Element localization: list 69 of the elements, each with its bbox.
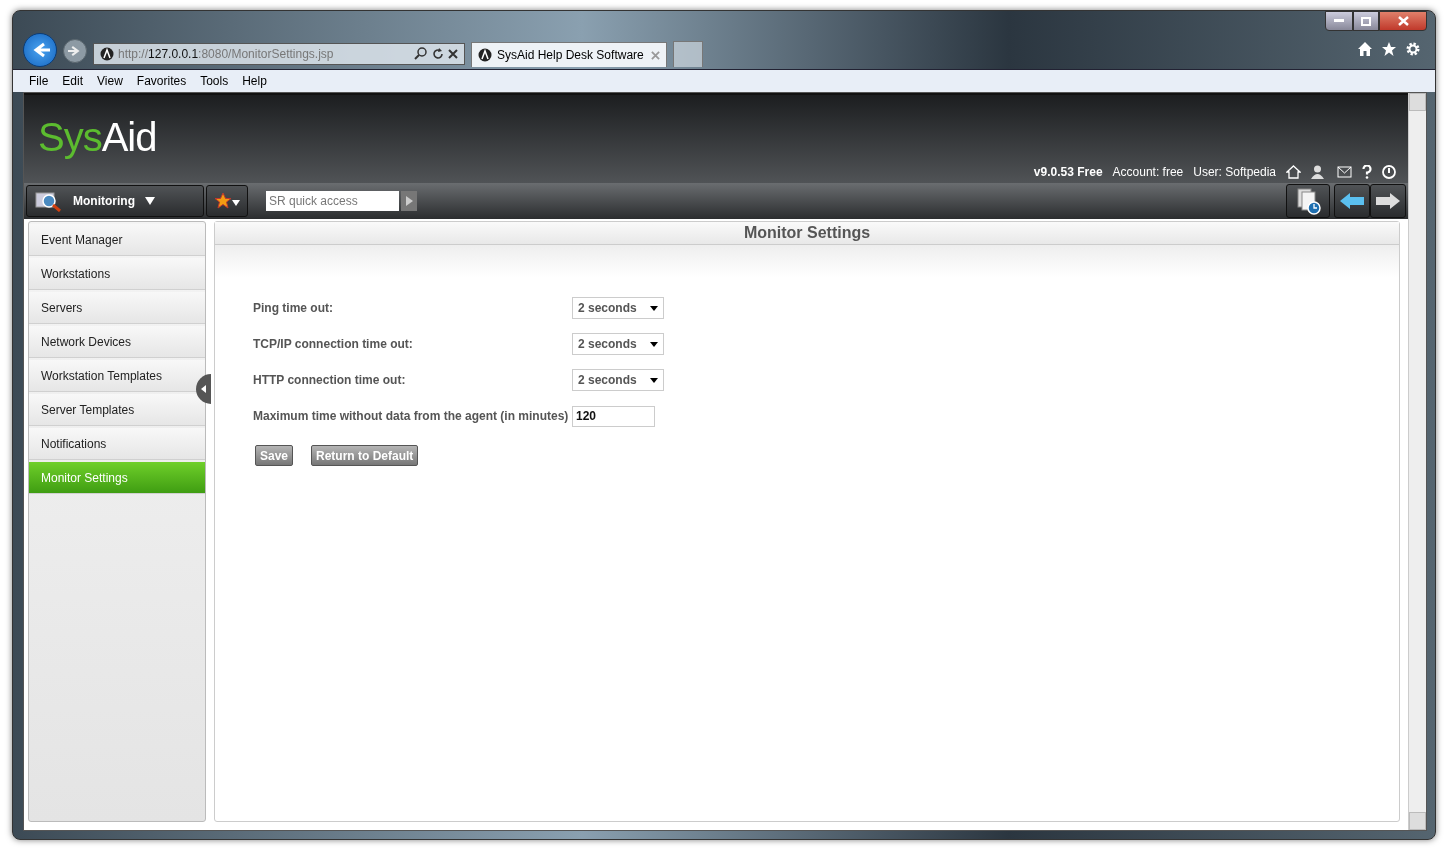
menu-item[interactable]: Favorites (130, 74, 193, 88)
caret-icon (145, 197, 155, 205)
maximize-icon (1361, 16, 1371, 26)
sysaid-logo: SysAid (38, 114, 157, 160)
address-bar[interactable]: http://127.0.0.1:8080/MonitorSettings.jsp (93, 43, 465, 65)
forward-button[interactable] (1370, 184, 1406, 218)
minimize-button[interactable] (1325, 11, 1353, 31)
settings-icon[interactable] (1405, 41, 1421, 57)
documents-clock-button[interactable] (1286, 184, 1330, 218)
caret-icon (650, 305, 658, 311)
arrow-left-icon (1339, 192, 1365, 210)
panel-title: Monitor Settings (215, 222, 1399, 245)
star-icon[interactable] (1381, 41, 1397, 57)
sidebar-item[interactable]: Workstations (29, 258, 205, 290)
sidebar-item[interactable]: Notifications (29, 428, 205, 460)
arrow-right-icon (1375, 192, 1401, 210)
field-label: Maximum time without data from the agent (in minutes) (253, 409, 570, 423)
menu-item[interactable]: Help (236, 74, 273, 88)
search-icon[interactable] (414, 47, 428, 61)
arrow-right-icon (68, 44, 82, 58)
browser-tab[interactable]: SysAid Help Desk Software (471, 42, 667, 67)
module-dropdown[interactable]: Monitoring (26, 185, 204, 217)
sidebar-item[interactable]: Workstation Templates (29, 360, 205, 392)
caret-icon (650, 377, 658, 383)
power-icon[interactable] (1382, 165, 1396, 179)
minimize-icon (1334, 19, 1344, 23)
field-label: HTTP connection time out: (253, 373, 407, 387)
mail-icon[interactable] (1334, 166, 1352, 178)
version-text: v9.0.53 Free (1033, 165, 1103, 179)
user-icon[interactable] (1311, 165, 1324, 179)
timeout-dropdown[interactable]: 2 seconds (572, 369, 664, 391)
favorites-button[interactable] (206, 185, 248, 217)
menu-item[interactable]: File (23, 74, 55, 88)
collapse-handle[interactable] (193, 374, 211, 404)
account-text: Account: free (1112, 165, 1184, 179)
timeout-dropdown[interactable]: 2 seconds (572, 297, 664, 319)
back-button[interactable] (1334, 184, 1370, 218)
menu-item[interactable]: Tools (194, 74, 235, 88)
maximize-button[interactable] (1353, 11, 1379, 31)
sr-quick-access-field[interactable]: SR quick access (266, 191, 399, 211)
star-caret-icon (214, 192, 240, 210)
menu-item[interactable]: View (91, 74, 129, 88)
forward-button[interactable] (63, 39, 87, 63)
sidebar-item[interactable]: Network Devices (29, 326, 205, 358)
close-icon[interactable] (448, 49, 458, 59)
refresh-icon[interactable] (432, 48, 444, 60)
timeout-dropdown[interactable]: 2 seconds (572, 333, 664, 355)
play-icon (405, 196, 413, 206)
sidebar-item[interactable]: Servers (29, 292, 205, 324)
site-icon (100, 47, 114, 61)
home-icon[interactable] (1286, 165, 1301, 179)
site-icon (478, 48, 492, 62)
user-text: User: Softpedia (1193, 165, 1276, 179)
minutes-field[interactable]: 120 (572, 405, 655, 427)
field-label: Ping time out: (253, 301, 334, 315)
close-button[interactable] (1379, 11, 1427, 31)
sidebar-item[interactable]: Event Manager (29, 224, 205, 256)
home-icon[interactable] (1357, 41, 1373, 57)
url-text: http://127.0.0.1:8080/MonitorSettings.jsp (118, 47, 334, 61)
menu-item[interactable]: Edit (56, 74, 90, 88)
field-label: TCP/IP connection time out: (253, 337, 414, 351)
go-button[interactable] (401, 191, 417, 211)
back-button[interactable] (23, 33, 57, 67)
caret-icon (650, 341, 658, 347)
scrollbar[interactable] (1408, 93, 1426, 830)
help-icon[interactable] (1362, 165, 1372, 179)
sidebar-item[interactable]: Server Templates (29, 394, 205, 426)
monitor-magnifier-icon (35, 190, 63, 212)
close-icon (1397, 16, 1409, 26)
